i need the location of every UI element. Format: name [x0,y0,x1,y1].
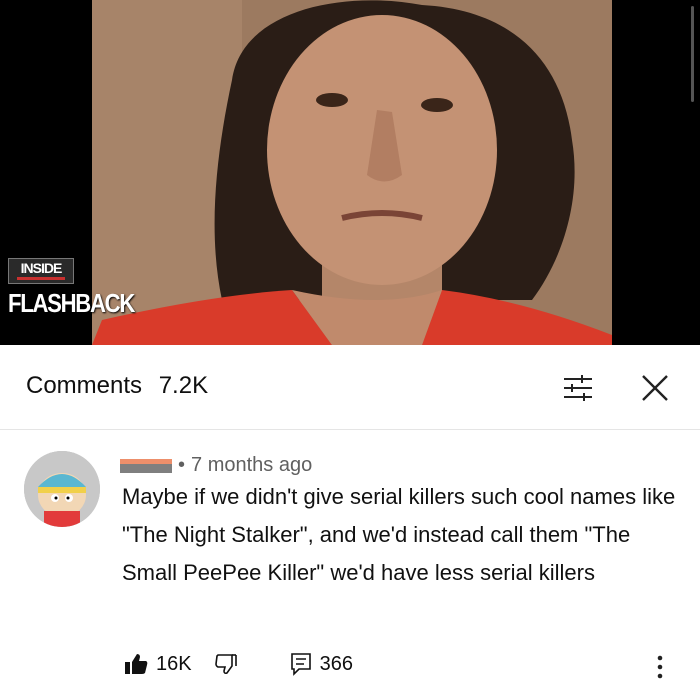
avatar[interactable] [24,451,100,527]
redacted-username[interactable] [120,458,172,473]
comment-actions: 16K 366 [124,652,353,676]
video-frame [92,0,612,345]
watermark-inside: INSIDE [8,258,74,284]
more-vert-icon[interactable] [656,655,664,679]
reply-count[interactable]: 366 [320,653,353,676]
comment-time: 7 months ago [191,454,313,476]
filter-sliders-icon[interactable] [562,373,594,403]
like-count: 16K [156,652,192,675]
video-thumbnail-person [92,0,612,345]
thumbs-down-icon[interactable] [214,653,238,675]
comments-title: Comments [26,372,143,399]
reply-icon[interactable] [290,652,312,676]
thumbs-up-icon[interactable] [124,653,148,675]
close-icon[interactable] [640,373,670,403]
scrollbar[interactable] [691,6,694,102]
watermark-flashback: FLASHBACK [8,288,135,318]
comments-count: 7.2K [158,372,209,399]
comments-title-group: Comments 7.2K [26,372,208,400]
comments-header: Comments 7.2K [0,345,700,430]
comment-text: Maybe if we didn't give serial killers s… [122,484,676,585]
comment-meta: • 7 months ago [120,454,312,477]
inside-edition-logo: INSIDE FLASHBACK [8,258,156,319]
meta-separator: • [178,454,186,476]
video-player[interactable]: INSIDE FLASHBACK [0,0,700,345]
